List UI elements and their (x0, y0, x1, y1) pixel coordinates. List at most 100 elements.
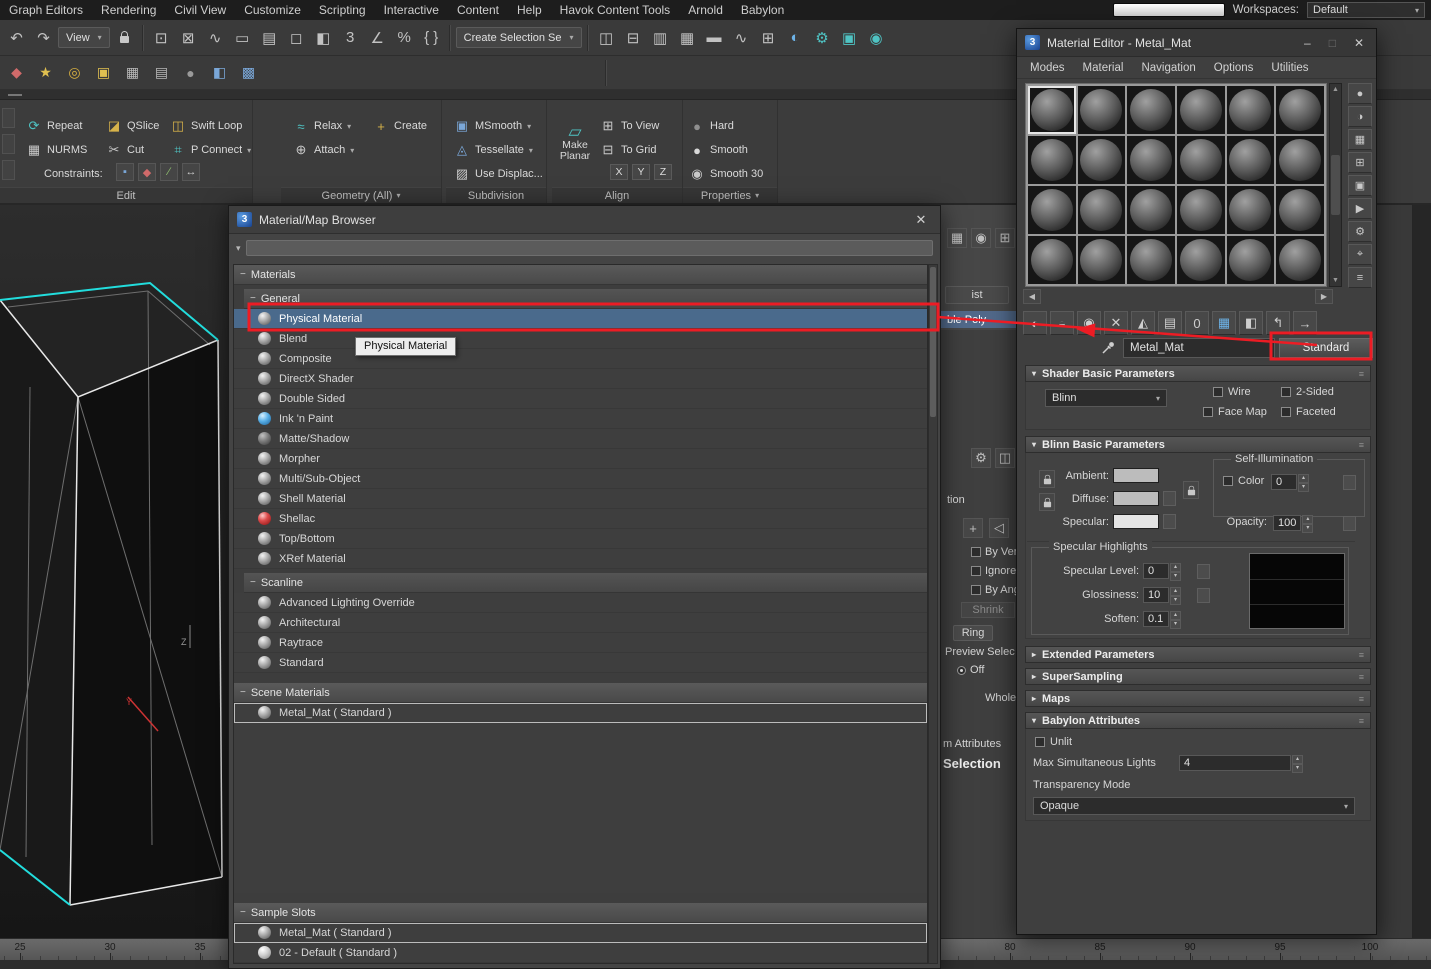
material-sample-slot[interactable] (1028, 136, 1076, 184)
section-header-scanline[interactable]: −Scanline (244, 573, 927, 593)
maximize-icon[interactable]: □ (1329, 36, 1336, 50)
opacity-value[interactable]: 100 (1273, 515, 1301, 531)
make-unique-icon[interactable]: ◭ (1131, 311, 1155, 335)
scene-explorer-icon[interactable]: ▥ (648, 25, 673, 50)
material-item-composite[interactable]: Composite (234, 349, 927, 369)
two-sided-checkbox[interactable]: 2-Sided (1281, 386, 1334, 398)
material-sample-slot[interactable] (1227, 186, 1275, 234)
constraint-normal-button[interactable]: ↔ (182, 163, 200, 181)
checkbox-box[interactable] (1223, 476, 1233, 486)
swift-loop-button[interactable]: ◫Swift Loop (170, 116, 242, 136)
button-ist[interactable]: ist (945, 286, 1009, 304)
menu-item-customize[interactable]: Customize (235, 0, 310, 20)
material-sample-slot[interactable] (1127, 236, 1175, 284)
material-sample-slot[interactable] (1276, 186, 1324, 234)
options-icon[interactable]: ⚙ (1348, 221, 1372, 242)
redo-icon[interactable]: ↷ (31, 25, 56, 50)
layer-explorer-icon[interactable]: ▦ (675, 25, 700, 50)
material-item-metal-mat-standard[interactable]: Metal_Mat ( Standard ) (234, 923, 927, 943)
material-sample-slot[interactable] (1127, 136, 1175, 184)
mirror-icon[interactable]: ◫ (594, 25, 619, 50)
create-button[interactable]: +Create (373, 116, 427, 136)
edit-named-selection-icon[interactable]: { } (419, 25, 444, 50)
material-item-physical-material[interactable]: Physical Material (234, 309, 927, 329)
transparency-mode-dropdown[interactable]: Opaque ▾ (1033, 797, 1355, 815)
section-header-scene-materials[interactable]: −Scene Materials (234, 683, 927, 703)
material-item-xref-material[interactable]: XRef Material (234, 549, 927, 569)
rollout-blinn-basic-parameters[interactable]: ▾ Blinn Basic Parameters ≡ (1025, 436, 1371, 453)
button-ring[interactable]: Ring (953, 625, 993, 641)
selection-paint-icon[interactable]: ◆ (4, 60, 29, 85)
spinner-up-icon[interactable]: ▴ (1292, 755, 1303, 764)
checkbox-box[interactable] (1281, 407, 1291, 417)
face-map-checkbox[interactable]: Face Map (1203, 406, 1267, 418)
background-icon[interactable]: ▦ (1348, 129, 1372, 150)
hard-button[interactable]: ●Hard (689, 116, 734, 136)
msmooth-button[interactable]: ▣MSmooth▾ (454, 116, 531, 136)
specular-level-map-button[interactable] (1197, 564, 1210, 579)
rollout-supersampling[interactable]: ▸ SuperSampling ≡ (1025, 668, 1371, 685)
menu-item-havok-content-tools[interactable]: Havok Content Tools (551, 0, 680, 20)
render-setup-icon[interactable]: ⚙ (810, 25, 835, 50)
material-item-metal-mat-standard[interactable]: Metal_Mat ( Standard ) (234, 703, 927, 723)
menu-item-content[interactable]: Content (448, 0, 508, 20)
nurms-button[interactable]: ▦NURMS (26, 140, 87, 160)
faceted-checkbox[interactable]: Faceted (1281, 406, 1336, 418)
spinner-up-icon[interactable]: ▴ (1170, 563, 1181, 572)
panel-prev-icon[interactable]: ◁ (989, 518, 1009, 538)
editor-title-bar[interactable]: 3 Material Editor - Metal_Mat – □ ✕ (1017, 29, 1376, 57)
spinner-down-icon[interactable]: ▾ (1170, 620, 1181, 629)
section-header-materials[interactable]: −Materials (234, 265, 927, 285)
checkbox-by-angle[interactable]: By Angle: (971, 584, 1016, 596)
minimize-icon[interactable]: – (1304, 36, 1311, 50)
material-sample-slot[interactable] (1177, 236, 1225, 284)
menu-item-graph-editors[interactable]: Graph Editors (0, 0, 92, 20)
max-lights-spinner[interactable]: 4 ▴▾ (1179, 755, 1303, 771)
material-sample-slot[interactable] (1127, 186, 1175, 234)
to-view-button[interactable]: ⊞To View (600, 116, 659, 136)
material-item-ink-n-paint[interactable]: Ink 'n Paint (234, 409, 927, 429)
make-preview-icon[interactable]: ▶ (1348, 198, 1372, 219)
panel-window-icon[interactable]: ◫ (995, 448, 1015, 468)
collapse-icon[interactable]: − (250, 293, 256, 304)
keyframe-box-icon[interactable]: ▣ (91, 60, 116, 85)
grid-a-icon[interactable]: ▦ (120, 60, 145, 85)
search-input[interactable] (246, 240, 933, 256)
material-sample-slot[interactable] (1177, 186, 1225, 234)
shader-type-dropdown[interactable]: Blinn ▾ (1045, 389, 1167, 407)
material-item-02-default-standard[interactable]: 02 - Default ( Standard ) (234, 943, 927, 963)
select-by-name-icon[interactable]: ▤ (257, 25, 282, 50)
ribbon-panel-properties-label[interactable]: Properties▾ (683, 187, 777, 203)
menu-item-rendering[interactable]: Rendering (92, 0, 165, 20)
constraint-none-button[interactable]: ▪ (116, 163, 134, 181)
collapse-icon[interactable]: − (240, 269, 246, 280)
pivot-target-icon[interactable]: ◎ (62, 60, 87, 85)
browser-scrollbar[interactable] (928, 264, 938, 964)
grid-b-icon[interactable]: ▤ (149, 60, 174, 85)
backlight-icon[interactable]: ◑ (1348, 106, 1372, 127)
rectangular-selection-icon[interactable]: ◻ (284, 25, 309, 50)
box-blue-icon[interactable]: ◧ (207, 60, 232, 85)
lock-selection-icon[interactable] (112, 25, 137, 50)
ambient-color-swatch[interactable] (1113, 468, 1159, 483)
spinner-down-icon[interactable]: ▾ (1170, 572, 1181, 581)
material-map-navigator-icon[interactable]: ≡ (1348, 267, 1372, 288)
checkbox-box[interactable] (1213, 387, 1223, 397)
panel-move-icon[interactable]: + (963, 518, 983, 538)
make-planar-button[interactable]: ▱Make Planar (554, 106, 596, 182)
checkbox-box[interactable] (1281, 387, 1291, 397)
material-item-shellac[interactable]: Shellac (234, 509, 927, 529)
show-map-in-viewport-icon[interactable]: ▦ (1212, 311, 1236, 335)
material-sample-slot[interactable] (1078, 86, 1126, 134)
self-illumination-value[interactable]: 0 (1271, 474, 1297, 490)
menu-item-interactive[interactable]: Interactive (375, 0, 448, 20)
material-item-architectural[interactable]: Architectural (234, 613, 927, 633)
material-sample-slot[interactable] (1177, 136, 1225, 184)
glossiness-value[interactable]: 10 (1143, 587, 1169, 603)
checkbox-by-vertex[interactable]: By Vertex (971, 546, 1016, 558)
material-sample-slot[interactable] (1227, 236, 1275, 284)
bind-spacewarp-icon[interactable]: ∿ (203, 25, 228, 50)
reset-map-icon[interactable]: ✕ (1104, 311, 1128, 335)
curve-editor-icon[interactable]: ∿ (729, 25, 754, 50)
material-item-top-bottom[interactable]: Top/Bottom (234, 529, 927, 549)
